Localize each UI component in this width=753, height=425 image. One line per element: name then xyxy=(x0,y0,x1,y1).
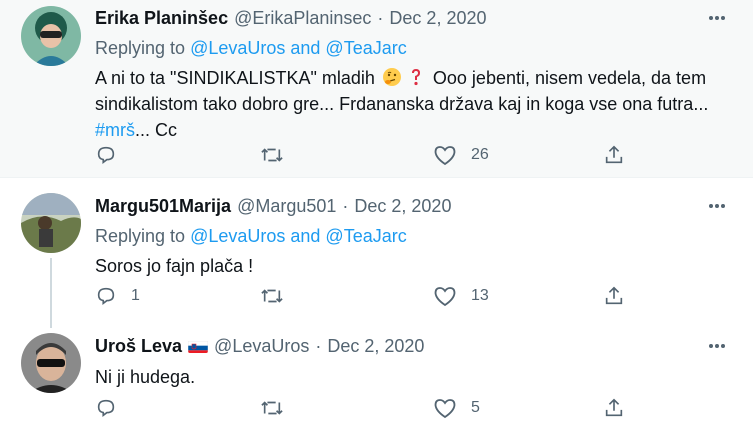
tweet-date[interactable]: Dec 2, 2020 xyxy=(327,336,424,357)
replying-and[interactable]: and xyxy=(285,38,325,58)
replying-and[interactable]: and xyxy=(285,226,325,246)
like-icon xyxy=(433,285,457,307)
reply-icon xyxy=(95,144,117,166)
avatar[interactable] xyxy=(21,193,81,253)
more-icon[interactable] xyxy=(705,8,729,28)
user-handle[interactable]: @ErikaPlaninsec xyxy=(234,8,371,29)
tweet-text-part: A ni to ta "SINDIKALISTKA" mladih xyxy=(95,68,380,88)
mention-link[interactable]: @LevaUros xyxy=(190,226,285,246)
separator-dot: · xyxy=(377,7,384,28)
retweet-icon xyxy=(260,397,284,419)
slovenia-flag-icon xyxy=(188,339,209,353)
like-icon xyxy=(433,397,457,419)
thread-line xyxy=(50,258,52,328)
like-button[interactable]: 26 xyxy=(433,142,489,168)
retweet-button[interactable] xyxy=(260,283,298,309)
tweet[interactable]: Margu501Marija @Margu501 · Dec 2, 2020 R… xyxy=(0,179,753,328)
mention-link[interactable]: @TeaJarc xyxy=(325,226,406,246)
hashtag-link[interactable]: #mrš xyxy=(95,120,135,140)
reply-icon xyxy=(95,285,117,307)
separator-dot: · xyxy=(342,195,349,216)
share-icon xyxy=(603,397,625,419)
reply-icon xyxy=(95,397,117,419)
like-count: 26 xyxy=(471,146,489,163)
tweet-date[interactable]: Dec 2, 2020 xyxy=(389,8,486,29)
replying-to-label: Replying to xyxy=(95,38,191,58)
tweet-text: A ni to ta "SINDIKALISTKA" mladih Ooo je… xyxy=(95,65,733,143)
tweet-text: Ni ji hudega. xyxy=(95,367,196,387)
like-count: 13 xyxy=(471,287,489,304)
reply-button[interactable] xyxy=(95,395,131,421)
avatar[interactable] xyxy=(21,333,81,393)
retweet-button[interactable] xyxy=(260,395,298,421)
share-icon xyxy=(603,144,625,166)
replying-to-label: Replying to xyxy=(95,226,191,246)
like-count: 5 xyxy=(471,399,480,416)
retweet-icon xyxy=(260,144,284,166)
tweet[interactable]: Uroš Leva @LevaUros · Dec 2, 2020 Ni ji … xyxy=(0,323,753,425)
avatar[interactable] xyxy=(21,6,81,66)
tweet[interactable]: Erika Planinšec @ErikaPlaninsec · Dec 2,… xyxy=(0,0,753,178)
display-name[interactable]: Erika Planinšec xyxy=(95,8,228,29)
tweet-text: Soros jo fajn plača ! xyxy=(95,256,254,276)
mention-link[interactable]: @LevaUros xyxy=(190,38,285,58)
more-icon[interactable] xyxy=(705,196,729,216)
like-icon xyxy=(433,144,457,166)
reply-count: 1 xyxy=(131,287,140,304)
share-button[interactable] xyxy=(603,395,625,421)
retweet-button[interactable] xyxy=(260,142,298,168)
reply-button[interactable]: 1 xyxy=(95,283,140,309)
reply-button[interactable] xyxy=(95,142,131,168)
share-button[interactable] xyxy=(603,142,625,168)
user-handle[interactable]: @Margu501 xyxy=(237,196,336,217)
separator-dot: · xyxy=(315,335,322,356)
tweet-date[interactable]: Dec 2, 2020 xyxy=(354,196,451,217)
share-button[interactable] xyxy=(603,283,625,309)
display-name[interactable]: Margu501Marija xyxy=(95,196,231,217)
tweet-text-part: ... Cc xyxy=(135,120,178,140)
user-handle[interactable]: @LevaUros xyxy=(214,336,309,357)
like-button[interactable]: 13 xyxy=(433,283,489,309)
replying-to: Replying to @LevaUros and @TeaJarc xyxy=(95,38,733,59)
display-name[interactable]: Uroš Leva xyxy=(95,336,182,357)
more-icon[interactable] xyxy=(705,336,729,356)
share-icon xyxy=(603,285,625,307)
thinking-face-emoji xyxy=(382,67,402,87)
retweet-icon xyxy=(260,285,284,307)
replying-to: Replying to @LevaUros and @TeaJarc xyxy=(95,226,733,247)
mention-link[interactable]: @TeaJarc xyxy=(325,38,406,58)
red-question-mark-emoji xyxy=(406,67,426,87)
like-button[interactable]: 5 xyxy=(433,395,480,421)
